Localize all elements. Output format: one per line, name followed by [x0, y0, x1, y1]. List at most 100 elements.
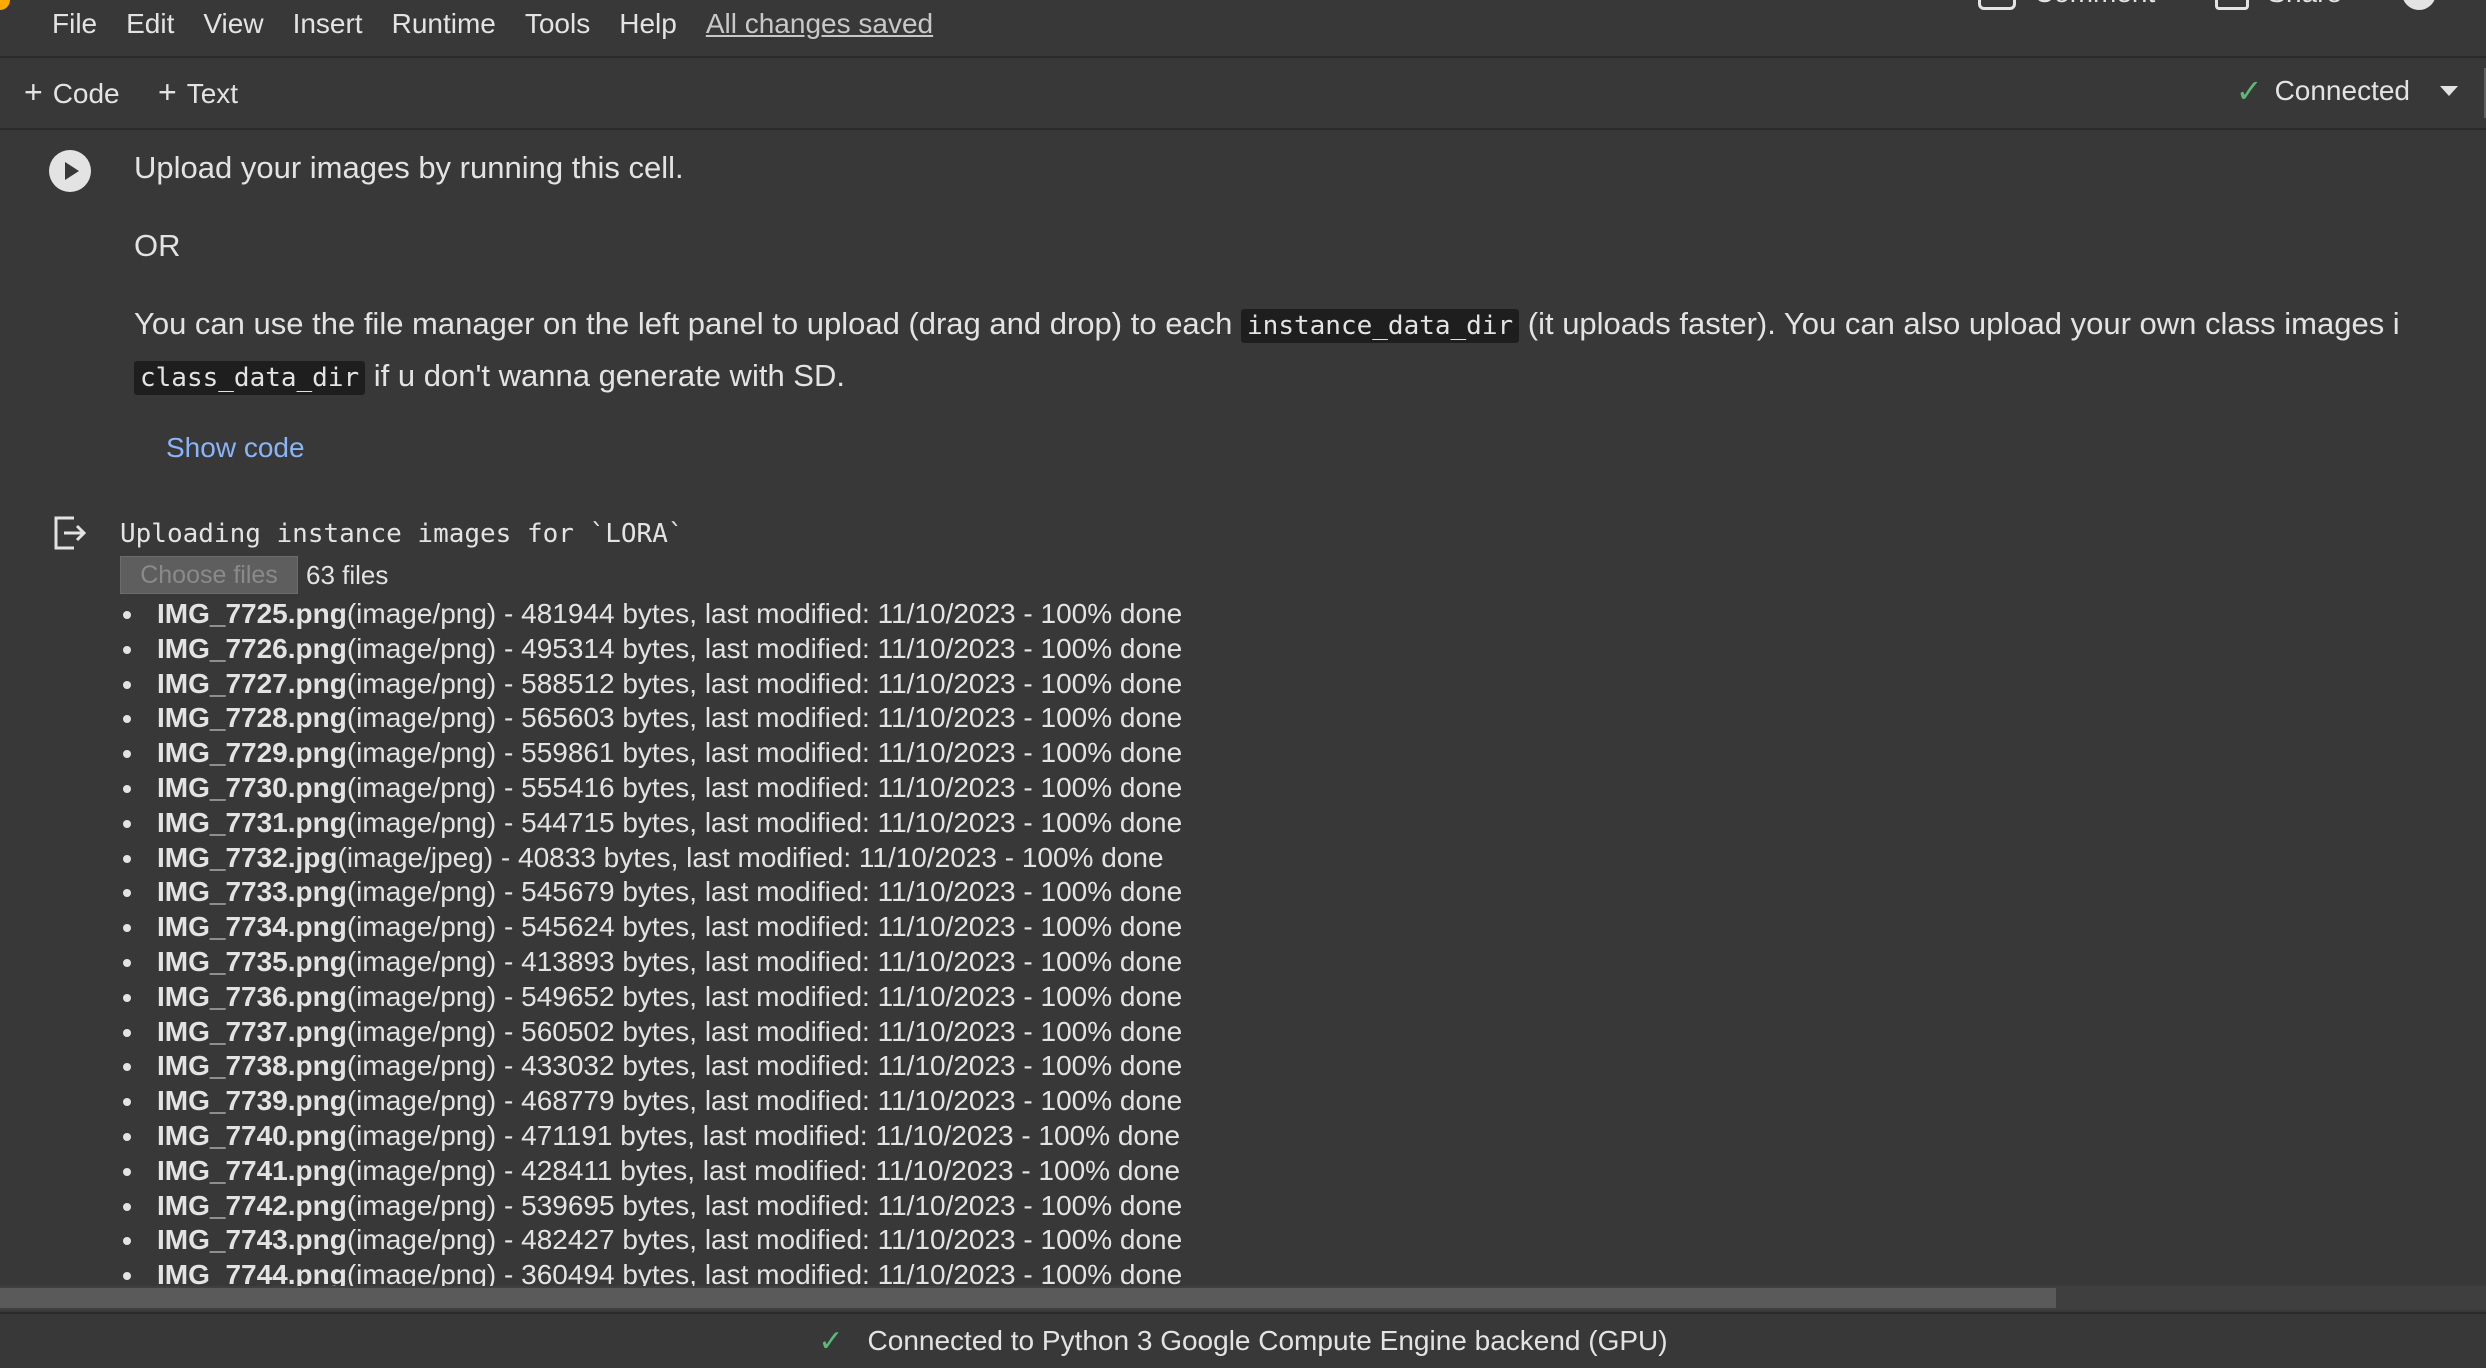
files-count: 63 files [306, 560, 389, 590]
file-details: (image/png) - 482427 bytes, last modifie… [346, 1224, 1183, 1256]
header-actions: Comment Share [1977, 0, 2486, 10]
file-details: (image/png) - 481944 bytes, last modifie… [346, 598, 1183, 629]
check-icon: ✓ [2235, 73, 2263, 109]
file-name: IMG_7732.jpg [157, 841, 338, 873]
list-item: IMG_7736.png(image/png) - 549652 bytes, … [122, 980, 1183, 1015]
list-item: IMG_7732.jpg(image/jpeg) - 40833 bytes, … [122, 841, 1182, 876]
instance-data-dir-code: instance_data_dir [1241, 309, 1520, 343]
show-code-link[interactable]: Show code [166, 432, 305, 464]
menu-items: File Edit View Insert Runtime Tools Help… [52, 8, 933, 40]
file-name: IMG_7728.png [157, 702, 347, 734]
add-code-label: Code [52, 78, 120, 109]
file-details: (image/jpeg) - 40833 bytes, last modifie… [337, 841, 1164, 873]
backend-status-text[interactable]: Connected to Python 3 Google Compute Eng… [868, 1325, 1668, 1357]
menu-edit[interactable]: Edit [126, 8, 174, 40]
menu-file[interactable]: File [52, 8, 97, 40]
add-code-button[interactable]: + Code [24, 74, 120, 111]
add-text-button[interactable]: + Text [158, 74, 238, 111]
run-cell-button[interactable] [49, 150, 91, 192]
cell-text-line-4-post: if u don't wanna generate with SD. [365, 358, 845, 393]
choose-files-button[interactable]: Choose files [120, 556, 298, 594]
file-name: IMG_7727.png [157, 667, 347, 699]
list-item: IMG_7729.png(image/png) - 559861 bytes, … [122, 736, 1183, 771]
list-item: IMG_7728.png(image/png) - 565603 bytes, … [122, 701, 1183, 736]
cell-text-line-2: OR [134, 228, 181, 263]
play-icon [65, 162, 79, 180]
cell-text-line-3-pre: You can use the file manager on the left… [134, 306, 1242, 341]
file-name: IMG_7731.png [157, 806, 347, 838]
share-button[interactable]: Share [2267, 0, 2342, 9]
gear-icon[interactable] [2402, 0, 2436, 10]
file-name: IMG_7738.png [157, 1050, 347, 1082]
runtime-connection-button[interactable]: ✓ Connected [2236, 72, 2458, 110]
list-item: IMG_7735.png(image/png) - 413893 bytes, … [122, 945, 1183, 980]
check-icon: ✓ [818, 1324, 844, 1358]
list-item: IMG_7742.png(image/png) - 539695 bytes, … [122, 1189, 1182, 1224]
file-name: IMG_7725.png [157, 598, 347, 629]
file-details: (image/png) - 549652 bytes, last modifie… [346, 980, 1183, 1012]
file-details: (image/png) - 565603 bytes, last modifie… [346, 702, 1183, 734]
cell-text-line-4: class_data_dir if u don't wanna generate… [134, 358, 845, 395]
list-item: IMG_7730.png(image/png) - 555416 bytes, … [122, 771, 1183, 806]
file-details: (image/png) - 545679 bytes, last modifie… [346, 876, 1183, 908]
status-bar: ✓ Connected to Python 3 Google Compute E… [0, 1312, 2486, 1368]
add-text-label: Text [186, 78, 239, 109]
file-name: IMG_7734.png [157, 911, 347, 943]
file-details: (image/png) - 559861 bytes, last modifie… [346, 737, 1183, 769]
list-item: IMG_7725.png(image/png) - 481944 bytes, … [122, 597, 1183, 632]
chevron-down-icon[interactable] [2440, 86, 2458, 96]
plus-icon: + [158, 74, 177, 110]
file-details: (image/png) - 433032 bytes, last modifie… [346, 1050, 1183, 1082]
horizontal-scrollbar[interactable] [0, 1286, 2486, 1310]
plus-icon: + [24, 74, 43, 110]
menu-runtime[interactable]: Runtime [392, 8, 496, 40]
file-name: IMG_7735.png [157, 945, 347, 977]
file-name: IMG_7741.png [157, 1154, 347, 1186]
list-item: IMG_7731.png(image/png) - 544715 bytes, … [122, 806, 1183, 841]
file-name: IMG_7743.png [157, 1224, 347, 1256]
file-name: IMG_7739.png [157, 1085, 347, 1117]
file-details: (image/png) - 545624 bytes, last modifie… [346, 911, 1183, 943]
uploaded-file-list: IMG_7725.png(image/png) - 481944 bytes, … [122, 597, 1183, 1293]
file-name: IMG_7736.png [157, 980, 347, 1012]
menu-tools[interactable]: Tools [525, 8, 590, 40]
cell-text-line-1: Upload your images by running this cell. [134, 150, 684, 185]
scrollbar-thumb[interactable] [0, 1288, 2056, 1308]
menu-view[interactable]: View [203, 8, 263, 40]
toolbar: + Code + Text ✓ Connected [0, 58, 2486, 130]
file-name: IMG_7729.png [157, 737, 347, 769]
file-name: IMG_7730.png [157, 771, 347, 803]
comment-button[interactable]: Comment [2034, 0, 2155, 9]
list-item: IMG_7726.png(image/png) - 495314 bytes, … [122, 632, 1183, 667]
file-name: IMG_7733.png [157, 876, 347, 908]
file-name: IMG_7737.png [157, 1015, 347, 1047]
colab-logo-icon[interactable] [0, 0, 10, 10]
menu-help[interactable]: Help [619, 8, 677, 40]
file-details: (image/png) - 555416 bytes, last modifie… [346, 771, 1183, 803]
file-details: (image/png) - 413893 bytes, last modifie… [346, 945, 1183, 977]
menu-insert[interactable]: Insert [293, 8, 363, 40]
list-item: IMG_7727.png(image/png) - 588512 bytes, … [122, 667, 1183, 702]
save-status-link[interactable]: All changes saved [706, 8, 933, 40]
file-name: IMG_7726.png [157, 632, 347, 664]
output-redirect-icon[interactable] [52, 514, 86, 552]
output-title: Uploading instance images for `LORA` [120, 519, 684, 549]
list-item: IMG_7737.png(image/png) - 560502 bytes, … [122, 1015, 1182, 1050]
list-item: IMG_7743.png(image/png) - 482427 bytes, … [122, 1223, 1183, 1258]
list-item: IMG_7738.png(image/png) - 433032 bytes, … [122, 1049, 1183, 1084]
file-details: (image/png) - 495314 bytes, last modifie… [346, 632, 1183, 664]
list-item: IMG_7739.png(image/png) - 468779 bytes, … [122, 1084, 1183, 1119]
list-item: IMG_7741.png(image/png) - 428411 bytes, … [122, 1154, 1182, 1189]
cell-text-line-3-post: (it uploads faster). You can also upload… [1519, 306, 2400, 341]
cell-text-line-3: You can use the file manager on the left… [134, 306, 2400, 343]
comment-icon[interactable] [1977, 0, 2016, 10]
connection-status: Connected [2274, 75, 2410, 106]
file-details: (image/png) - 428411 bytes, last modifie… [346, 1154, 1181, 1186]
file-details: (image/png) - 471191 bytes, last modifie… [346, 1119, 1181, 1151]
file-details: (image/png) - 544715 bytes, last modifie… [346, 806, 1183, 838]
list-item: IMG_7734.png(image/png) - 545624 bytes, … [122, 910, 1183, 945]
share-icon[interactable] [2215, 0, 2250, 10]
file-details: (image/png) - 468779 bytes, last modifie… [346, 1085, 1183, 1117]
class-data-dir-code: class_data_dir [134, 361, 366, 395]
file-details: (image/png) - 588512 bytes, last modifie… [346, 667, 1183, 699]
